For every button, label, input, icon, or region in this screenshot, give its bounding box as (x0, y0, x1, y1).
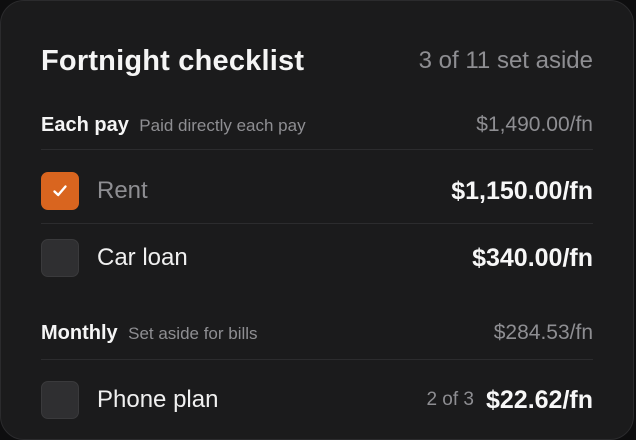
section-title: Monthly Set aside for bills (41, 322, 258, 345)
progress-counter: 3 of 11 set aside (418, 47, 593, 74)
item-amount: $340.00/fn (472, 243, 593, 272)
section-name: Each pay (41, 113, 129, 136)
checklist-item-phone-plan[interactable]: Phone plan 2 of 3 $22.62/fn (41, 380, 593, 420)
section-subtitle: Set aside for bills (128, 323, 258, 343)
section-header-monthly: Monthly Set aside for bills $284.53/fn (41, 317, 593, 349)
checklist-item-car-loan[interactable]: Car loan $340.00/fn (41, 238, 593, 278)
checkbox-unchecked[interactable] (41, 381, 79, 419)
section-name: Monthly (41, 321, 118, 344)
checkbox-checked[interactable] (41, 172, 79, 210)
section-total: $284.53/fn (493, 321, 593, 344)
fortnight-checklist-card: Fortnight checklist 3 of 11 set aside Ea… (0, 0, 634, 440)
item-label: Rent (97, 177, 148, 204)
checkmark-icon (53, 185, 67, 197)
card-header: Fortnight checklist 3 of 11 set aside (41, 37, 593, 85)
section-subtitle: Paid directly each pay (139, 115, 306, 135)
section-header-each-pay: Each pay Paid directly each pay $1,490.0… (41, 109, 593, 141)
item-count: 2 of 3 (426, 389, 474, 410)
divider (41, 223, 593, 224)
divider (41, 149, 593, 150)
section-title: Each pay Paid directly each pay (41, 114, 306, 137)
section-total: $1,490.00/fn (476, 113, 593, 136)
item-label: Car loan (97, 244, 188, 271)
checkbox-unchecked[interactable] (41, 239, 79, 277)
item-amount: $1,150.00/fn (451, 176, 593, 205)
divider (41, 359, 593, 360)
item-amount: $22.62/fn (485, 385, 593, 414)
checklist-item-rent[interactable]: Rent $1,150.00/fn (41, 171, 593, 211)
card-title: Fortnight checklist (41, 44, 305, 77)
